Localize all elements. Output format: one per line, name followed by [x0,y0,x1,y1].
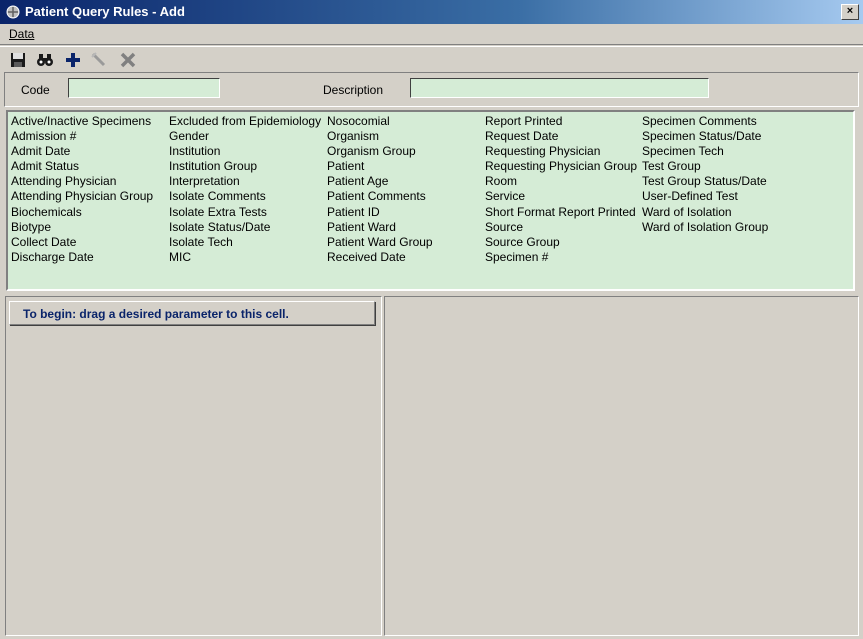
parameter-item[interactable]: Specimen Status/Date [642,129,768,144]
parameter-item[interactable]: Institution Group [169,159,321,174]
parameter-item[interactable]: Request Date [485,129,637,144]
parameter-item[interactable]: Requesting Physician [485,144,637,159]
parameter-item[interactable]: Ward of Isolation Group [642,220,768,235]
find-binoculars-icon[interactable] [35,50,55,70]
parameter-item[interactable]: Patient Ward [327,220,433,235]
parameter-item[interactable]: Source [485,220,637,235]
parameter-column-2: Excluded from Epidemiology Gender Institut… [169,114,321,265]
parameter-item[interactable]: Report Printed [485,114,637,129]
parameter-item[interactable]: Specimen Comments [642,114,768,129]
parameter-item[interactable]: Service [485,189,637,204]
parameter-item[interactable]: Interpretation [169,174,321,189]
delete-x-icon[interactable] [118,50,138,70]
description-input[interactable] [410,78,709,98]
add-plus-icon[interactable] [63,50,83,70]
edit-wand-icon[interactable] [89,50,109,70]
parameter-column-5: Specimen Comments Specimen Status/Date Spe… [642,114,768,235]
description-label: Description [323,83,384,97]
close-button[interactable]: × [841,4,859,20]
parameter-item[interactable]: Patient ID [327,205,433,220]
parameter-item[interactable]: Requesting Physician Group [485,159,637,174]
parameter-list: Active/Inactive Specimens Admission # Admi… [6,110,855,291]
drop-target-cell[interactable]: To begin: drag a desired parameter to th… [9,301,375,325]
parameter-item[interactable]: Biochemicals [11,205,153,220]
rule-detail-pane [384,296,859,636]
parameter-item[interactable]: Patient Comments [327,189,433,204]
window-title: Patient Query Rules - Add [25,4,185,19]
parameter-item[interactable]: Patient Age [327,174,433,189]
parameter-item[interactable]: Biotype [11,220,153,235]
code-input[interactable] [68,78,220,98]
parameter-item[interactable]: Admission # [11,129,153,144]
toolbar [0,46,863,71]
parameter-item[interactable]: Isolate Tech [169,235,321,250]
parameter-item[interactable]: Specimen Tech [642,144,768,159]
parameter-item[interactable]: Admit Date [11,144,153,159]
parameter-item[interactable]: Patient [327,159,433,174]
parameter-item[interactable]: Active/Inactive Specimens [11,114,153,129]
menu-bar: Data [0,24,863,45]
parameter-item[interactable]: Gender [169,129,321,144]
parameter-item[interactable]: User-Defined Test [642,189,768,204]
parameter-item[interactable]: Organism [327,129,433,144]
parameter-item[interactable]: Received Date [327,250,433,265]
parameter-item[interactable]: Room [485,174,637,189]
parameter-item[interactable]: Attending Physician Group [11,189,153,204]
parameter-item[interactable]: Nosocomial [327,114,433,129]
title-bar: Patient Query Rules - Add × [0,0,863,24]
parameter-item[interactable]: Attending Physician [11,174,153,189]
parameter-column-4: Report Printed Request Date Requesting Phy… [485,114,637,265]
parameter-item[interactable]: Excluded from Epidemiology [169,114,321,129]
parameter-item[interactable]: Patient Ward Group [327,235,433,250]
parameter-item[interactable]: Source Group [485,235,637,250]
parameter-item[interactable]: Ward of Isolation [642,205,768,220]
menu-data[interactable]: Data [9,27,34,41]
parameter-item[interactable]: Specimen # [485,250,637,265]
parameter-item[interactable]: Organism Group [327,144,433,159]
parameter-item[interactable]: Institution [169,144,321,159]
header-fields: Code Description [4,72,859,107]
parameter-item[interactable]: Short Format Report Printed [485,205,637,220]
parameter-item[interactable]: Isolate Comments [169,189,321,204]
parameter-item[interactable]: Test Group Status/Date [642,174,768,189]
parameter-item[interactable]: Discharge Date [11,250,153,265]
query-builder-pane: To begin: drag a desired parameter to th… [5,296,382,636]
parameter-item[interactable]: MIC [169,250,321,265]
save-icon[interactable] [8,50,28,70]
parameter-item[interactable]: Isolate Status/Date [169,220,321,235]
parameter-item[interactable]: Admit Status [11,159,153,174]
parameter-column-1: Active/Inactive Specimens Admission # Admi… [11,114,153,265]
parameter-item[interactable]: Test Group [642,159,768,174]
app-icon [6,5,20,19]
parameter-item[interactable]: Collect Date [11,235,153,250]
code-label: Code [21,83,50,97]
parameter-column-3: Nosocomial Organism Organism Group Patient P… [327,114,433,265]
parameter-item[interactable]: Isolate Extra Tests [169,205,321,220]
